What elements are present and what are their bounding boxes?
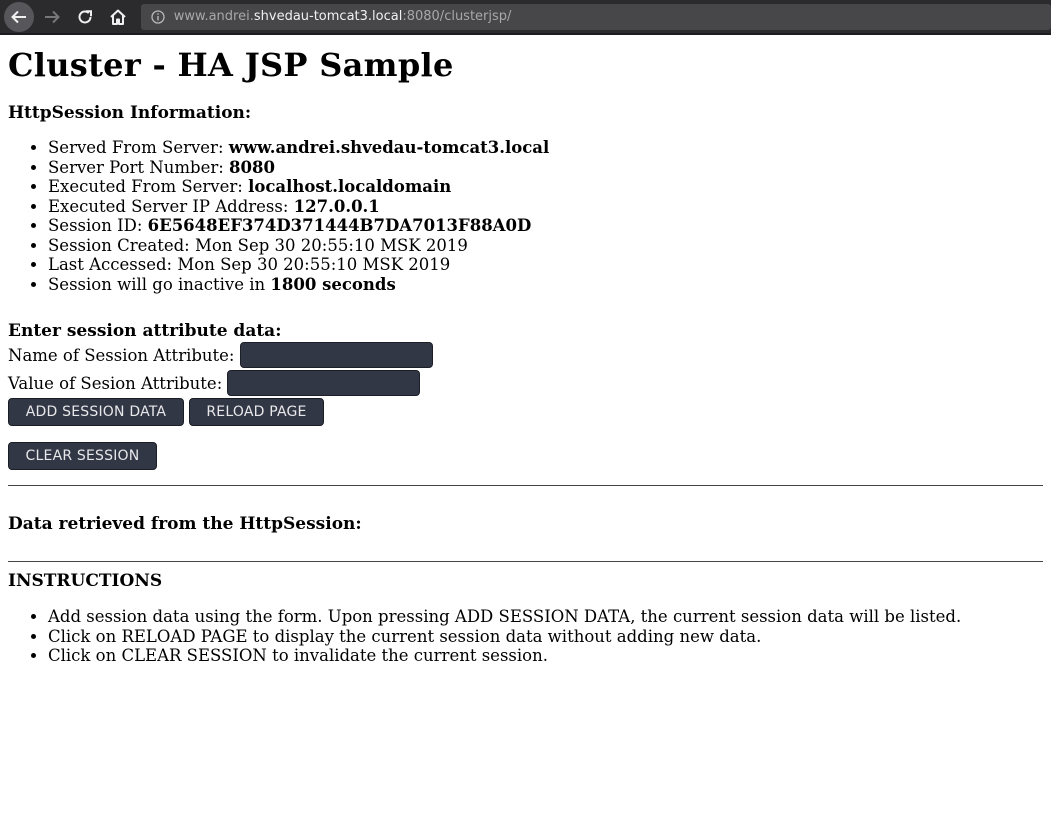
- reload-page-button[interactable]: RELOAD PAGE: [189, 398, 324, 426]
- value-label: Value of Sesion Attribute:: [8, 373, 223, 393]
- page-title: Cluster - HA JSP Sample: [8, 46, 454, 84]
- form-heading: Enter session attribute data:: [8, 321, 282, 341]
- session-info-list: Served From Server: www.andrei.shvedau-t…: [8, 138, 1043, 294]
- url-text[interactable]: www.andrei.shvedau-tomcat3.local:8080/cl…: [174, 9, 512, 24]
- info-label: Session ID:: [48, 216, 148, 235]
- list-item: Executed From Server: localhost.localdom…: [48, 177, 1043, 197]
- name-row: Name of Session Attribute:: [8, 341, 1043, 369]
- info-icon[interactable]: [146, 9, 170, 24]
- list-item: Executed Server IP Address: 127.0.0.1: [48, 197, 1043, 217]
- info-value: 6E5648EF374D371444B7DA7013F88A0D: [147, 216, 532, 235]
- browser-toolbar: www.andrei.shvedau-tomcat3.local:8080/cl…: [0, 0, 1051, 35]
- list-item: Served From Server: www.andrei.shvedau-t…: [48, 138, 1043, 158]
- attribute-name-input[interactable]: [239, 342, 433, 368]
- back-arrow-icon: [11, 10, 26, 23]
- clear-row: CLEAR SESSION: [8, 442, 1043, 470]
- info-label: Served From Server:: [48, 138, 229, 157]
- home-icon: [110, 9, 126, 25]
- info-value: 127.0.0.1: [293, 196, 380, 216]
- info-label: Server Port Number:: [48, 157, 230, 177]
- instructions-list: Add session data using the form. Upon pr…: [8, 607, 1043, 666]
- attribute-value-input[interactable]: [227, 370, 421, 396]
- list-item: Session Created: Mon Sep 30 20:55:10 MSK…: [48, 236, 1043, 256]
- home-button[interactable]: [103, 2, 133, 32]
- info-label: Session Created: Mon Sep 30 20:55:10 MSK…: [48, 235, 468, 255]
- forward-button[interactable]: [37, 2, 67, 32]
- list-item: Click on CLEAR SESSION to invalidate the…: [48, 646, 1043, 666]
- info-value: 8080: [229, 157, 275, 177]
- info-label: Last Accessed: Mon Sep 30 20:55:10 MSK 2…: [48, 255, 451, 274]
- url-host: shvedau-tomcat3.local: [253, 9, 403, 24]
- back-button[interactable]: [4, 1, 34, 32]
- reload-icon: [78, 9, 92, 23]
- divider: [8, 485, 1043, 486]
- session-info-heading: HttpSession Information:: [8, 103, 252, 123]
- list-item: Add session data using the form. Upon pr…: [48, 607, 1043, 627]
- forward-arrow-icon: [44, 10, 60, 23]
- value-row: Value of Sesion Attribute:: [8, 369, 1043, 397]
- page-content: Cluster - HA JSP Sample HttpSession Info…: [0, 35, 1051, 666]
- info-value: localhost.localdomain: [248, 177, 452, 196]
- name-label: Name of Session Attribute:: [8, 345, 235, 365]
- info-label: Session will go inactive in: [48, 274, 271, 294]
- data-heading: Data retrieved from the HttpSession:: [8, 514, 362, 534]
- url-suffix: :8080/clusterjsp/: [402, 9, 512, 24]
- divider: [8, 561, 1043, 562]
- list-item: Server Port Number: 8080: [48, 158, 1043, 178]
- instructions-heading: INSTRUCTIONS: [8, 571, 163, 591]
- list-item: Session will go inactive in 1800 seconds: [48, 275, 1043, 295]
- list-item: Last Accessed: Mon Sep 30 20:55:10 MSK 2…: [48, 255, 1043, 275]
- reload-button[interactable]: [70, 2, 100, 32]
- button-row: ADD SESSION DATA RELOAD PAGE: [8, 398, 1043, 426]
- list-item: Click on RELOAD PAGE to display the curr…: [48, 627, 1043, 647]
- info-label: Executed Server IP Address:: [48, 196, 294, 216]
- info-label: Executed From Server:: [48, 177, 249, 196]
- info-value: 1800 seconds: [270, 274, 396, 294]
- info-value: www.andrei.shvedau-tomcat3.local: [228, 138, 550, 157]
- address-bar[interactable]: www.andrei.shvedau-tomcat3.local:8080/cl…: [140, 3, 1051, 30]
- list-item: Session ID: 6E5648EF374D371444B7DA7013F8…: [48, 216, 1043, 236]
- add-session-data-button[interactable]: ADD SESSION DATA: [8, 398, 184, 426]
- url-prefix: www.andrei.: [173, 9, 254, 24]
- clear-session-button[interactable]: CLEAR SESSION: [8, 442, 157, 470]
